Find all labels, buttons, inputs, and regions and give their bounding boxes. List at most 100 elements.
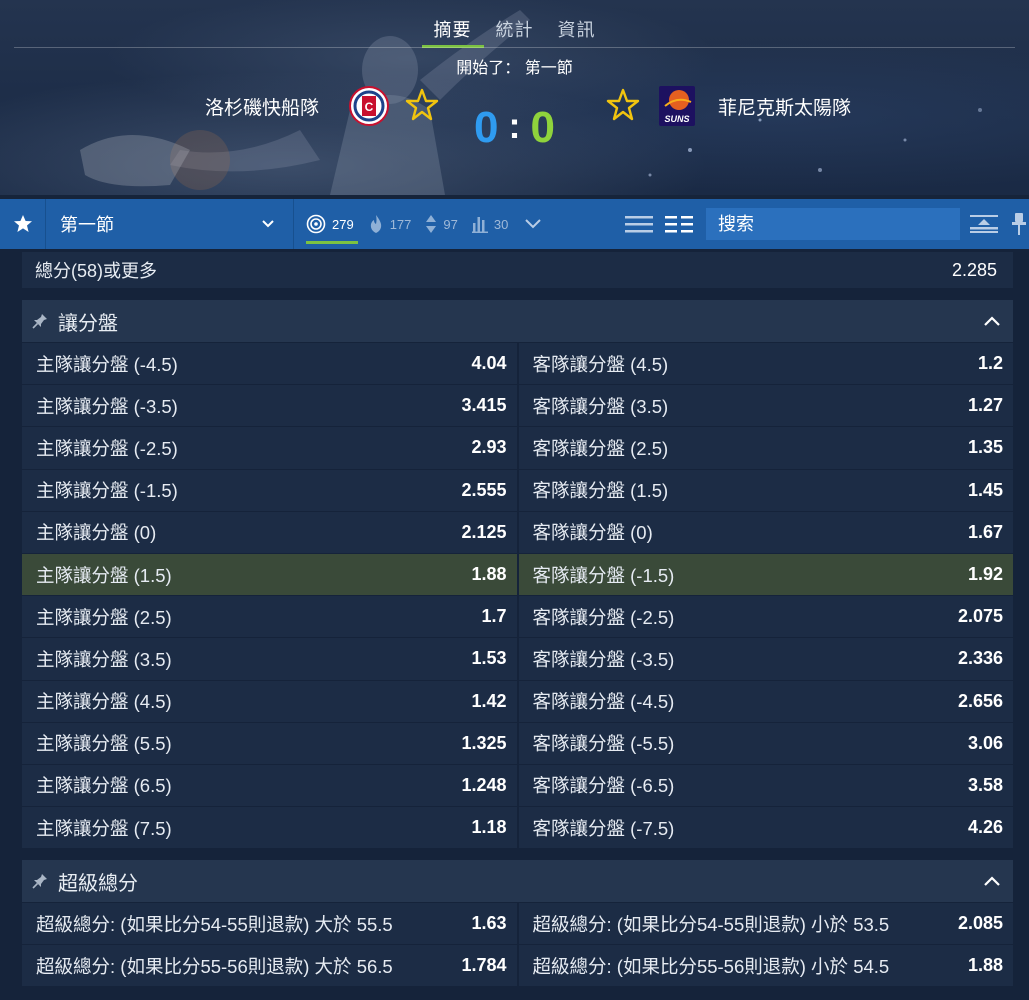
odds-cell-away[interactable]: 客隊讓分盤 (-5.5) 3.06 [516, 722, 1013, 764]
odds-value: 3.06 [967, 732, 1003, 753]
favorite-away-star-icon[interactable] [606, 88, 640, 122]
search-input[interactable] [706, 208, 960, 240]
odds-cell-away[interactable]: 客隊讓分盤 (1.5) 1.45 [516, 469, 1013, 511]
handicap-row: 主隊讓分盤 (3.5) 1.53 客隊讓分盤 (-3.5) 2.336 [22, 637, 1013, 680]
top-tabs: 摘要 統計 資訊 [0, 10, 1029, 48]
odds-cell-home[interactable]: 主隊讓分盤 (6.5) 1.248 [22, 764, 517, 807]
selection-label: 客隊讓分盤 (4.5) [532, 353, 669, 375]
selection-label: 超級總分: (如果比分54-55則退款) 大於 55.5 [36, 913, 393, 935]
collapse-all-icon[interactable] [970, 214, 998, 234]
total-over-label: 總分(58)或更多 [35, 261, 158, 281]
odds-cell-home[interactable]: 主隊讓分盤 (-1.5) 2.555 [22, 469, 517, 511]
filter-popular[interactable]: 177 [368, 199, 412, 249]
odds-cell-away[interactable]: 客隊讓分盤 (4.5) 1.2 [516, 343, 1013, 385]
period-label: 第一節 [60, 215, 114, 235]
selection-label: 主隊讓分盤 (-1.5) [36, 480, 178, 502]
odds-cell-home[interactable]: 主隊讓分盤 (4.5) 1.42 [22, 680, 517, 722]
odds-cell-home[interactable]: 主隊讓分盤 (5.5) 1.325 [22, 722, 517, 764]
filter-stats[interactable]: 30 [471, 199, 508, 249]
tab-summary[interactable]: 摘要 [421, 10, 484, 48]
chevron-down-icon [262, 220, 274, 228]
selection-label: 主隊讓分盤 (6.5) [36, 775, 172, 797]
odds-cell-home[interactable]: 主隊讓分盤 (0) 2.125 [22, 511, 517, 553]
pin-icon[interactable] [1012, 212, 1026, 236]
handicap-row: 主隊讓分盤 (-1.5) 2.555 客隊讓分盤 (1.5) 1.45 [22, 468, 1013, 511]
odds-cell-over[interactable]: 超級總分: (如果比分54-55則退款) 大於 55.5 1.63 [22, 903, 517, 945]
selection-label: 客隊讓分盤 (1.5) [532, 480, 669, 502]
odds-cell-home[interactable]: 主隊讓分盤 (-2.5) 2.93 [22, 427, 517, 469]
odds-cell-home[interactable]: 主隊讓分盤 (3.5) 1.53 [22, 638, 517, 680]
total-over-row[interactable]: 總分(58)或更多 2.285 [22, 252, 1013, 288]
super-total-market-title: 超級總分 [58, 872, 138, 895]
pin-icon[interactable] [32, 313, 48, 329]
odds-value: 1.67 [967, 521, 1003, 542]
super-total-market: 超級總分 超級總分: (如果比分54-55則退款) 大於 55.5 1.63 超級… [22, 860, 1013, 987]
more-filters-button[interactable] [524, 218, 542, 230]
odds-cell-away[interactable]: 客隊讓分盤 (-4.5) 2.656 [516, 680, 1013, 722]
odds-value: 2.085 [957, 913, 1003, 934]
filter-handicap[interactable]: 97 [425, 199, 458, 249]
handicap-row: 主隊讓分盤 (5.5) 1.325 客隊讓分盤 (-5.5) 3.06 [22, 721, 1013, 764]
handicap-market-header[interactable]: 讓分盤 [22, 300, 1013, 342]
two-column-view-icon[interactable] [665, 214, 693, 234]
selection-label: 主隊讓分盤 (2.5) [36, 606, 172, 628]
odds-cell-away[interactable]: 客隊讓分盤 (-7.5) 4.26 [516, 807, 1013, 849]
pin-icon[interactable] [32, 873, 48, 889]
chevron-up-icon[interactable] [983, 315, 1001, 327]
odds-cell-over[interactable]: 超級總分: (如果比分55-56則退款) 大於 56.5 1.784 [22, 945, 517, 987]
odds-cell-home[interactable]: 主隊讓分盤 (-4.5) 4.04 [22, 343, 517, 385]
odds-cell-under[interactable]: 超級總分: (如果比分55-56則退款) 小於 54.5 1.88 [516, 945, 1013, 987]
favorites-star-button[interactable] [0, 199, 46, 249]
list-view-icon[interactable] [625, 214, 653, 234]
count-popular: 177 [389, 216, 412, 232]
odds-value: 4.26 [967, 817, 1003, 838]
selection-label: 主隊讓分盤 (-2.5) [36, 437, 178, 459]
odds-value: 1.63 [471, 913, 507, 934]
market-toolbar: 第一節 279 177 97 30 搜索 [0, 199, 1029, 249]
odds-cell-away[interactable]: 客隊讓分盤 (-2.5) 2.075 [516, 596, 1013, 638]
count-all: 279 [332, 216, 354, 232]
odds-value: 1.784 [461, 955, 507, 976]
chevron-up-icon[interactable] [983, 875, 1001, 887]
odds-cell-away[interactable]: 客隊讓分盤 (-6.5) 3.58 [516, 764, 1013, 807]
odds-value: 1.92 [967, 564, 1003, 585]
selection-label: 主隊讓分盤 (-4.5) [36, 353, 178, 375]
super-total-row: 超級總分: (如果比分54-55則退款) 大於 55.5 1.63 超級總分: (… [22, 902, 1013, 945]
handicap-row: 主隊讓分盤 (6.5) 1.248 客隊讓分盤 (-6.5) 3.58 [22, 763, 1013, 807]
selection-label: 客隊讓分盤 (-5.5) [532, 733, 675, 755]
updown-arrows-icon [426, 215, 437, 233]
odds-cell-under[interactable]: 超級總分: (如果比分54-55則退款) 小於 53.5 2.085 [516, 903, 1013, 945]
odds-cell-home[interactable]: 主隊讓分盤 (2.5) 1.7 [22, 596, 517, 638]
chevron-down-icon [525, 219, 542, 229]
odds-value: 2.93 [471, 437, 507, 458]
filter-all-markets[interactable]: 279 [306, 199, 358, 249]
suns-logo-icon: SUNS [659, 86, 695, 126]
tab-info[interactable]: 資訊 [546, 10, 608, 48]
odds-cell-away[interactable]: 客隊讓分盤 (0) 1.67 [516, 511, 1013, 553]
odds-cell-home[interactable]: 主隊讓分盤 (-3.5) 3.415 [22, 385, 517, 427]
star-icon [13, 215, 32, 232]
odds-cell-away[interactable]: 客隊讓分盤 (-1.5) 1.92 [516, 553, 1013, 596]
odds-cell-home[interactable]: 主隊讓分盤 (1.5) 1.88 [22, 553, 517, 596]
handicap-row: 主隊讓分盤 (-3.5) 3.415 客隊讓分盤 (3.5) 1.27 [22, 384, 1013, 427]
handicap-row: 主隊讓分盤 (7.5) 1.18 客隊讓分盤 (-7.5) 4.26 [22, 806, 1013, 849]
selection-label: 客隊讓分盤 (2.5) [532, 437, 669, 459]
odds-cell-away[interactable]: 客隊讓分盤 (-3.5) 2.336 [516, 638, 1013, 680]
odds-value: 2.075 [957, 606, 1003, 627]
match-header: 摘要 統計 資訊 開始了： 第一節 洛杉磯快船隊 C 0:0 SUNS 菲尼克斯… [0, 0, 1029, 195]
selection-label: 客隊讓分盤 (-1.5) [532, 564, 675, 586]
period-dropdown[interactable]: 第一節 [46, 199, 294, 249]
odds-cell-away[interactable]: 客隊讓分盤 (3.5) 1.27 [516, 385, 1013, 427]
selection-label: 主隊讓分盤 (-3.5) [36, 395, 178, 417]
total-over-odds: 2.285 [951, 259, 997, 280]
odds-value: 1.45 [967, 479, 1003, 500]
odds-value: 4.04 [471, 353, 507, 374]
odds-cell-away[interactable]: 客隊讓分盤 (2.5) 1.35 [516, 427, 1013, 469]
odds-cell-home[interactable]: 主隊讓分盤 (7.5) 1.18 [22, 807, 517, 849]
tab-stats[interactable]: 統計 [484, 10, 546, 48]
odds-value: 1.42 [471, 690, 507, 711]
super-total-market-header[interactable]: 超級總分 [22, 860, 1013, 902]
odds-value: 1.2 [977, 353, 1003, 374]
odds-value: 1.7 [481, 606, 507, 627]
toolbar-right-actions [970, 199, 1026, 249]
